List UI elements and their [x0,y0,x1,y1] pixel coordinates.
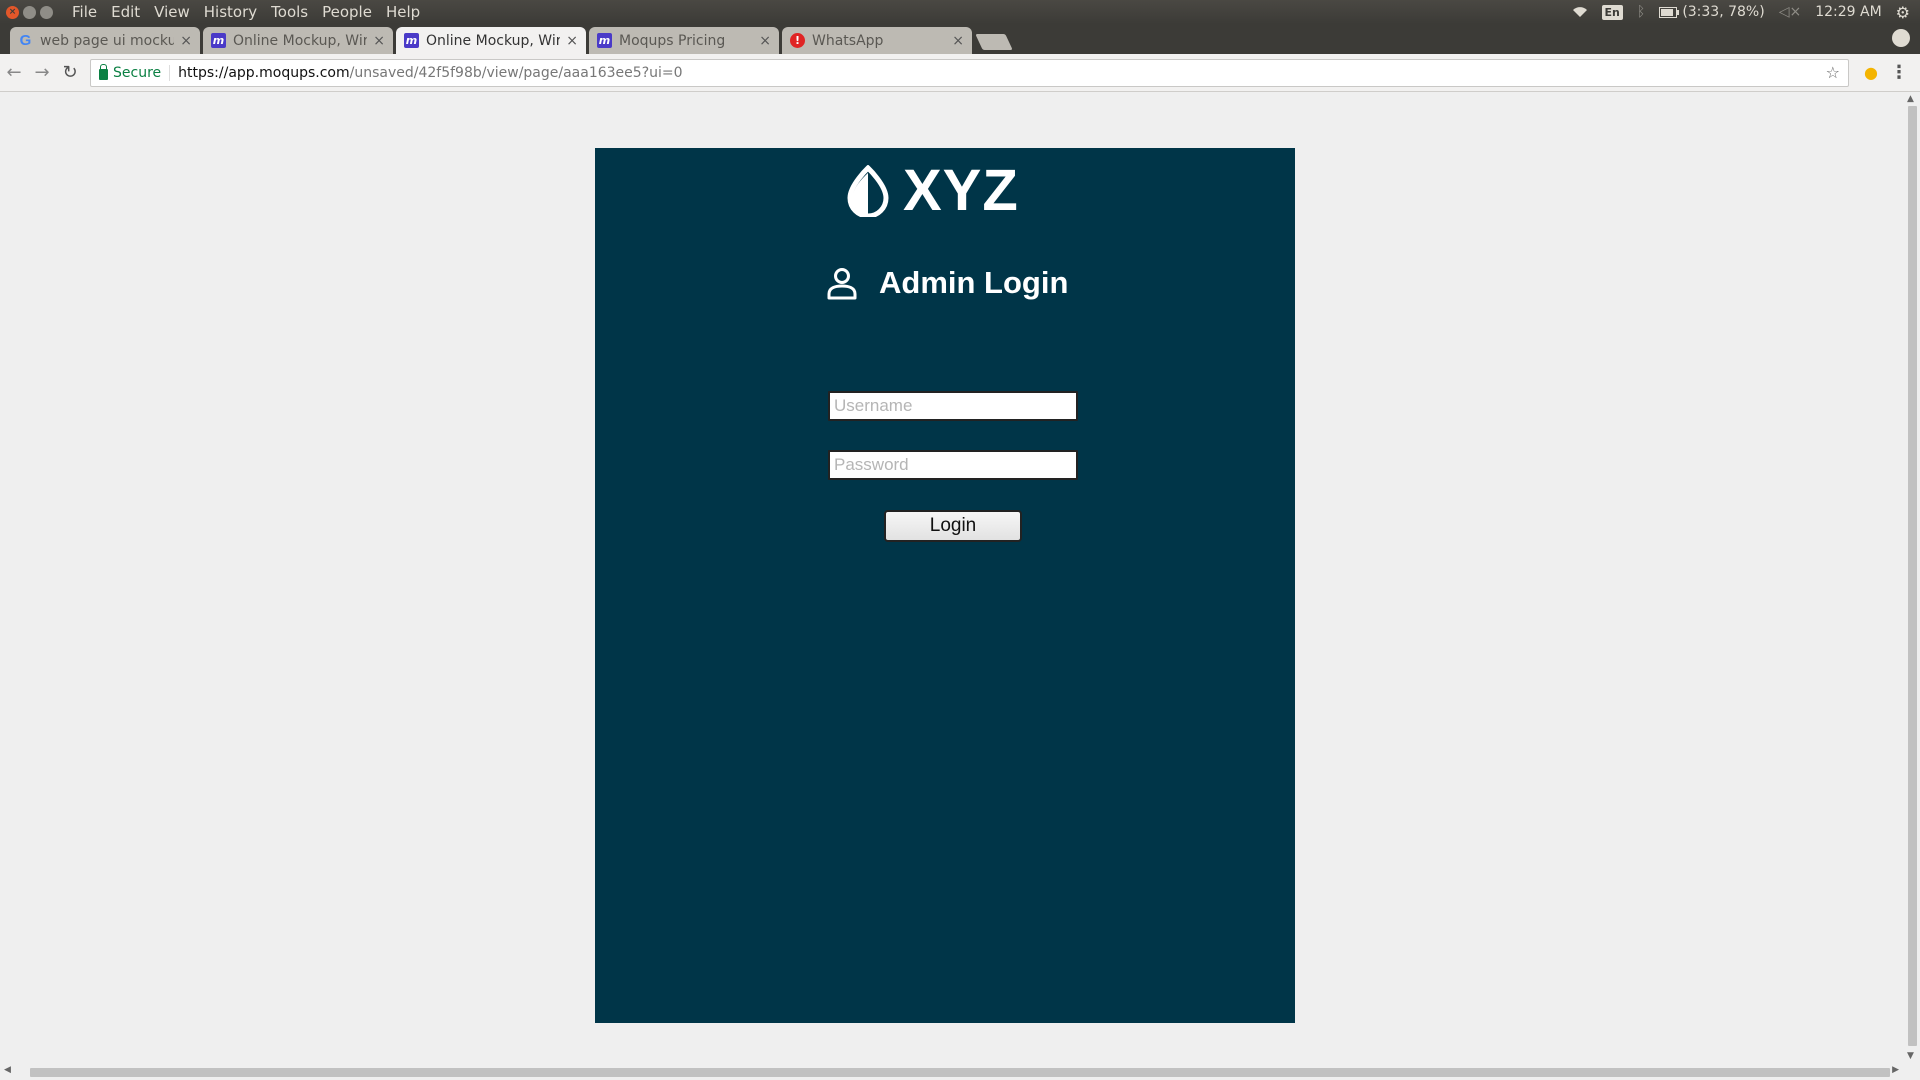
brand-name: XYZ [903,158,1019,223]
tab-title: WhatsApp [812,32,884,49]
tab-close-icon[interactable]: × [373,33,385,49]
login-heading: Admin Login [825,265,1068,301]
url-path: /unsaved/42f5f98b/view/page/aaa163ee5?ui… [349,64,683,81]
moqups-icon: m [597,33,612,48]
back-arrow-icon[interactable]: ← [0,59,28,87]
system-menubar: × File Edit View History Tools People He… [0,0,1920,24]
clock[interactable]: 12:29 AM [1815,4,1881,20]
url-host: https://app.moqups.com [178,64,350,81]
tab-close-icon[interactable]: × [759,33,771,49]
browser-tab[interactable]: G web page ui mockup × [10,27,200,54]
window-controls: × [6,5,53,19]
tab-title: Online Mockup, Wireframe [426,32,561,49]
menu-file[interactable]: File [65,0,104,24]
tab-close-icon[interactable]: × [566,33,578,49]
volume-muted-icon[interactable]: ◁× [1779,4,1802,20]
profile-avatar-icon[interactable] [1892,29,1910,47]
tab-title: web page ui mockup [40,32,175,49]
login-mockup-panel: XYZ Admin Login Login [595,148,1295,1023]
lock-icon [99,63,108,80]
username-input[interactable] [828,391,1078,421]
battery-indicator[interactable]: (3:33, 78%) [1659,4,1765,20]
extension-lightbulb-icon[interactable]: ● [1857,63,1885,82]
browser-toolbar: ← → ↻ Secure https://app.moqups.com /uns… [0,54,1920,92]
secure-label: Secure [113,64,162,81]
menu-edit[interactable]: Edit [104,0,147,24]
keyboard-layout-indicator[interactable]: En [1601,4,1623,20]
secure-indicator[interactable]: Secure [99,63,171,81]
forward-arrow-icon[interactable]: → [28,59,56,87]
horizontal-scrollbar[interactable]: ◀ ▶ [0,1063,1903,1080]
scroll-down-arrow-icon[interactable]: ▼ [1907,1051,1914,1061]
new-tab-button[interactable] [975,34,1013,50]
browser-tab-active[interactable]: m Online Mockup, Wireframe × [396,27,586,54]
tab-title: Moqups Pricing [619,32,726,49]
window-close-button[interactable]: × [6,5,19,19]
battery-icon [1659,6,1680,18]
tab-close-icon[interactable]: × [952,33,964,49]
menu-history[interactable]: History [197,0,264,24]
menu-tools[interactable]: Tools [264,0,315,24]
vertical-scrollbar[interactable]: ▲ ▼ [1903,92,1920,1063]
menu-view[interactable]: View [147,0,197,24]
whatsapp-alert-icon: ! [790,33,805,48]
brand: XYZ [845,162,1019,220]
tab-title: Online Mockup, Wireframe [233,32,368,49]
address-bar[interactable]: Secure https://app.moqups.com /unsaved/4… [90,58,1849,87]
app-menu: File Edit View History Tools People Help [65,0,427,24]
scroll-up-arrow-icon[interactable]: ▲ [1907,94,1914,104]
login-button[interactable]: Login [884,510,1022,542]
horizontal-scroll-thumb[interactable] [30,1068,1890,1077]
wifi-icon[interactable] [1572,6,1588,18]
window-maximize-button[interactable] [40,5,53,19]
vertical-scroll-thumb[interactable] [1908,106,1917,1046]
browser-tab[interactable]: m Online Mockup, Wireframe × [203,27,393,54]
browser-tab-strip: G web page ui mockup × m Online Mockup, … [0,24,1920,54]
menu-help[interactable]: Help [379,0,427,24]
reload-icon[interactable]: ↻ [56,59,84,87]
tab-close-icon[interactable]: × [180,33,192,49]
password-input[interactable] [828,450,1078,480]
user-icon [827,268,857,300]
scroll-right-arrow-icon[interactable]: ▶ [1892,1065,1899,1075]
browser-tab[interactable]: m Moqups Pricing × [589,27,779,54]
battery-status: (3:33, 78%) [1682,4,1765,20]
browser-tab[interactable]: ! WhatsApp × [782,27,972,54]
browser-menu-icon[interactable]: ⋮ [1885,62,1913,83]
moqups-icon: m [404,33,419,48]
bluetooth-icon[interactable]: ᛒ [1637,4,1645,20]
droplet-logo-icon [847,165,889,217]
moqups-icon: m [211,33,226,48]
settings-gear-icon[interactable]: ⚙ [1896,3,1910,22]
bookmark-star-icon[interactable]: ☆ [1826,63,1840,82]
window-minimize-button[interactable] [23,5,36,19]
scrollbar-corner [1903,1063,1920,1080]
menu-people[interactable]: People [315,0,379,24]
google-icon: G [19,32,32,49]
page-title: Admin Login [879,265,1069,300]
scroll-left-arrow-icon[interactable]: ◀ [4,1065,11,1075]
system-tray: En ᛒ (3:33, 78%) ◁× 12:29 AM ⚙ [1572,3,1920,22]
